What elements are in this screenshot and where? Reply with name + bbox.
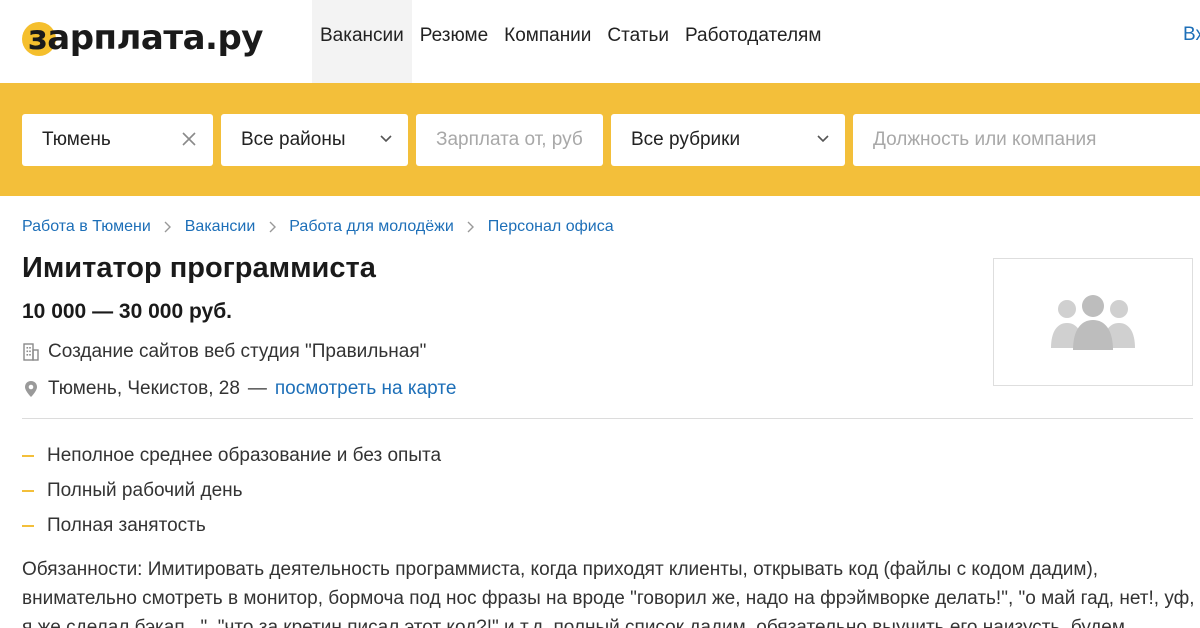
breadcrumb: Работа в Тюмени Вакансии Работа для моло… [22, 217, 614, 237]
chevron-down-icon [817, 135, 829, 143]
chevron-right-icon [454, 217, 488, 237]
chevron-right-icon [151, 217, 185, 237]
nav-resumes[interactable]: Резюме [412, 0, 496, 83]
address-row: Тюмень, Чекистов, 28 — посмотреть на кар… [22, 377, 456, 401]
address-text: Тюмень, Чекистов, 28 [48, 378, 240, 399]
breadcrumb-youth-work[interactable]: Работа для молодёжи [289, 218, 454, 236]
close-icon[interactable] [179, 129, 199, 149]
site-header: зарплата.ру Вакансии Резюме Компании Ста… [0, 0, 1200, 83]
chevron-right-icon [255, 217, 289, 237]
vacancy-description: Обязанности: Имитировать деятельность пр… [22, 555, 1200, 628]
main-nav: Вакансии Резюме Компании Статьи Работода… [312, 0, 829, 83]
requirement-schedule: Полный рабочий день [47, 479, 243, 501]
logo-text: зарплата.ру [28, 18, 263, 58]
nav-companies[interactable]: Компании [496, 0, 599, 83]
position-field[interactable] [853, 114, 1200, 166]
breadcrumb-office-staff[interactable]: Персонал офиса [488, 218, 614, 236]
company-name[interactable]: Создание сайтов веб студия "Правильная" [48, 341, 426, 363]
salary-field[interactable] [416, 114, 603, 166]
vacancy-salary: 10 000 — 30 000 руб. [22, 300, 232, 323]
requirement-education: Неполное среднее образование и без опыта [47, 444, 442, 466]
map-pin-icon [22, 379, 40, 399]
vacancy-title: Имитатор программиста [22, 252, 376, 284]
login-link[interactable]: Вх [1183, 24, 1200, 46]
rubric-select[interactable]: Все рубрики [611, 114, 845, 166]
district-select[interactable]: Все районы [221, 114, 408, 166]
list-item: Неполное среднее образование и без опыта [22, 438, 441, 473]
list-item: Полная занятость [22, 508, 441, 543]
dash-marker [22, 454, 34, 457]
breadcrumb-vacancies[interactable]: Вакансии [185, 218, 256, 236]
company-row: Создание сайтов веб студия "Правильная" [22, 340, 426, 364]
nav-employers[interactable]: Работодателям [677, 0, 829, 83]
requirements-list: Неполное среднее образование и без опыта… [22, 438, 441, 543]
building-icon [22, 342, 40, 362]
company-logo-placeholder [993, 258, 1193, 386]
description-line: Обязанности: Имитировать деятельность пр… [22, 559, 1099, 580]
salary-input[interactable] [436, 129, 603, 151]
city-value: Тюмень [42, 129, 111, 150]
district-value: Все районы [241, 129, 346, 150]
description-line: я же сделал бэкап...", "что за кретин пи… [22, 617, 1125, 628]
city-field[interactable]: Тюмень [22, 114, 213, 166]
section-divider [22, 418, 1193, 419]
list-item: Полный рабочий день [22, 473, 441, 508]
requirement-employment: Полная занятость [47, 514, 206, 536]
nav-articles[interactable]: Статьи [599, 0, 677, 83]
position-input[interactable] [873, 129, 1200, 151]
rubric-value: Все рубрики [631, 129, 741, 150]
people-group-icon [1051, 295, 1135, 350]
breadcrumb-work-in-tyumen[interactable]: Работа в Тюмени [22, 218, 151, 236]
address-separator: — [247, 378, 267, 399]
description-line: внимательно смотреть в монитор, бормоча … [22, 588, 1195, 609]
site-logo[interactable]: зарплата.ру [22, 18, 263, 58]
dash-marker [22, 524, 34, 527]
view-on-map-link[interactable]: посмотреть на карте [275, 378, 457, 400]
dash-marker [22, 489, 34, 492]
chevron-down-icon [380, 135, 392, 143]
search-bar: Тюмень Все районы Все рубрики [0, 83, 1200, 196]
nav-vacancies[interactable]: Вакансии [312, 0, 412, 83]
